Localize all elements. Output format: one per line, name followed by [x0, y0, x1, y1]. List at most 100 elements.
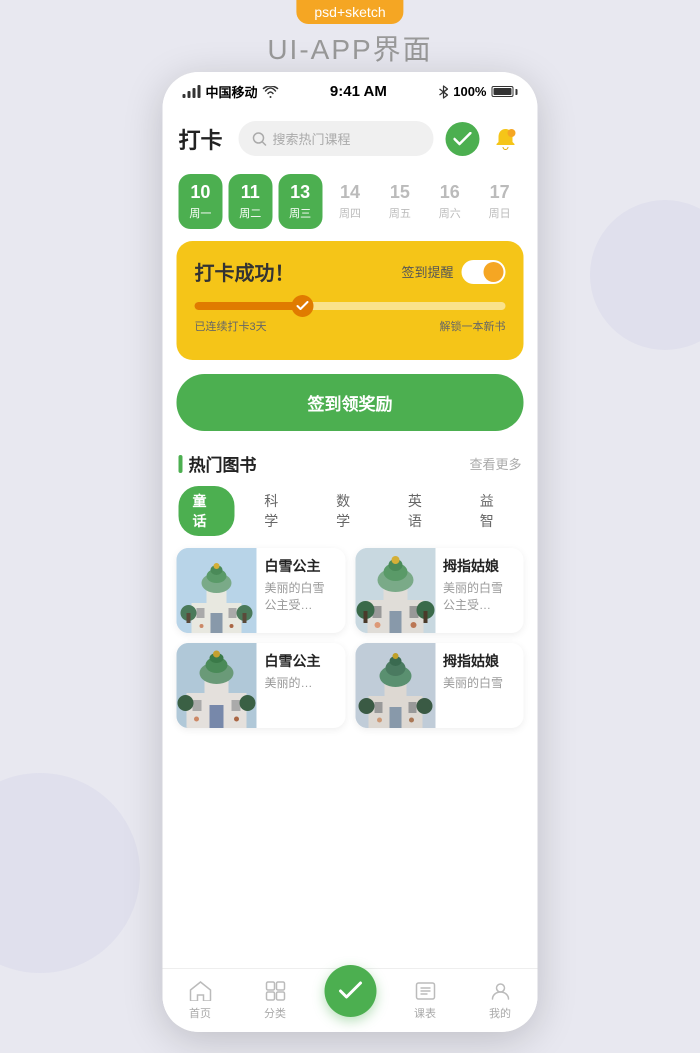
signal-icon [183, 85, 201, 98]
status-left: 中国移动 [183, 82, 279, 101]
day-num-1: 11 [232, 182, 268, 203]
wifi-icon [263, 86, 279, 98]
book-info-3: 拇指姑娘 美丽的白雪 [443, 643, 524, 700]
page-title: UI-APP界面 [0, 28, 700, 68]
section-title-text: 热门图书 [189, 451, 257, 476]
checkin-card: 打卡成功！ 签到提醒 [177, 241, 524, 360]
bluetooth-icon [438, 85, 448, 99]
reminder-label: 签到提醒 [401, 262, 453, 281]
day-label-5: 周六 [432, 205, 468, 221]
user-icon [490, 981, 510, 1001]
book-grid: 白雪公主 美丽的白雪公主受… [163, 548, 538, 728]
day-label-2: 周三 [282, 205, 318, 221]
progress-track [195, 302, 506, 310]
calendar-day-3[interactable]: 14 周四 [328, 174, 372, 229]
nav-profile[interactable]: 我的 [463, 981, 538, 1021]
calendar-day-0[interactable]: 10 周一 [179, 174, 223, 229]
calendar-day-1[interactable]: 11 周二 [228, 174, 272, 229]
day-num-0: 10 [183, 182, 219, 203]
day-num-5: 16 [432, 182, 468, 203]
category-tab-2[interactable]: 数学 [322, 486, 378, 536]
grid-icon [265, 981, 285, 1001]
book-thumb-1 [355, 548, 435, 633]
day-label-1: 周二 [232, 205, 268, 221]
nav-profile-label: 我的 [489, 1005, 511, 1021]
day-num-6: 17 [482, 182, 518, 203]
nav-icons [446, 122, 522, 156]
book-desc-3: 美丽的白雪 [443, 675, 518, 692]
nav-home-label: 首页 [189, 1005, 211, 1021]
book-thumb-0 [177, 548, 257, 633]
search-bar[interactable]: 搜索热门课程 [239, 121, 434, 156]
day-label-3: 周四 [332, 205, 368, 221]
day-num-2: 13 [282, 182, 318, 203]
nav-title: 打卡 [179, 123, 223, 155]
progress-left-label: 已连续打卡3天 [195, 318, 267, 334]
book-title-0: 白雪公主 [265, 556, 340, 576]
book-info-0: 白雪公主 美丽的白雪公主受… [265, 548, 346, 622]
calendar-day-2[interactable]: 13 周三 [278, 174, 322, 229]
notification-button[interactable] [490, 123, 522, 155]
progress-fill [195, 302, 304, 310]
day-num-3: 14 [332, 182, 368, 203]
phone-frame: 中国移动 9:41 AM 100% [163, 72, 538, 1032]
book-item-0[interactable]: 白雪公主 美丽的白雪公主受… [177, 548, 346, 633]
check-button[interactable] [446, 122, 480, 156]
section-header: 热门图书 查看更多 [163, 447, 538, 486]
app-content: 打卡 搜索热门课程 [163, 107, 538, 1023]
bottom-nav: 首页 分类 [163, 968, 538, 1023]
top-nav: 打卡 搜索热门课程 [163, 107, 538, 166]
calendar-day-4[interactable]: 15 周五 [378, 174, 422, 229]
home-icon [189, 981, 211, 1001]
calendar-day-5[interactable]: 16 周六 [428, 174, 472, 229]
checkmark-icon [338, 981, 362, 1001]
status-bar: 中国移动 9:41 AM 100% [163, 72, 538, 107]
book-item-1[interactable]: 拇指姑娘 美丽的白雪公主受… [355, 548, 524, 633]
checkin-top: 打卡成功！ 签到提醒 [195, 257, 506, 286]
book-desc-2: 美丽的… [265, 675, 340, 692]
book-info-1: 拇指姑娘 美丽的白雪公主受… [443, 548, 524, 622]
book-thumb-3 [355, 643, 435, 728]
nav-category-label: 分类 [264, 1005, 286, 1021]
day-label-6: 周日 [482, 205, 518, 221]
status-time: 9:41 AM [330, 83, 387, 100]
progress-thumb [291, 295, 313, 317]
battery-icon [491, 86, 517, 97]
reminder-toggle[interactable] [462, 260, 506, 284]
progress-container: 已连续打卡3天 解锁一本新书 [195, 302, 506, 334]
category-tab-1[interactable]: 科学 [250, 486, 306, 536]
category-tab-0[interactable]: 童话 [179, 486, 235, 536]
book-item-3[interactable]: 拇指姑娘 美丽的白雪 [355, 643, 524, 728]
nav-checkin-button[interactable] [324, 965, 376, 1017]
format-badge: psd+sketch [296, 0, 403, 24]
section-accent [179, 455, 183, 473]
book-title-3: 拇指姑娘 [443, 651, 518, 671]
category-tab-4[interactable]: 益智 [466, 486, 522, 536]
calendar-strip: 10 周一 11 周二 13 周三 14 周四 15 周五 16 周六 [163, 166, 538, 241]
see-more-link[interactable]: 查看更多 [469, 454, 521, 473]
search-placeholder: 搜索热门课程 [273, 129, 351, 148]
nav-home[interactable]: 首页 [163, 981, 238, 1021]
day-label-0: 周一 [183, 205, 219, 221]
book-title-1: 拇指姑娘 [443, 556, 518, 576]
calendar-day-6[interactable]: 17 周日 [478, 174, 522, 229]
book-desc-1: 美丽的白雪公主受… [443, 580, 518, 614]
category-tabs: 童话 科学 数学 英语 益智 [163, 486, 538, 548]
signin-button[interactable]: 签到领奖励 [177, 374, 524, 431]
status-right: 100% [438, 84, 517, 99]
progress-right-label: 解锁一本新书 [440, 318, 506, 334]
section-title: 热门图书 [179, 451, 257, 476]
book-info-2: 白雪公主 美丽的… [265, 643, 346, 700]
category-tab-3[interactable]: 英语 [394, 486, 450, 536]
nav-schedule[interactable]: 课表 [388, 981, 463, 1021]
battery-percent: 100% [453, 84, 486, 99]
carrier-label: 中国移动 [206, 82, 258, 101]
search-icon [253, 132, 267, 146]
nav-checkin[interactable] [313, 985, 388, 1017]
nav-category[interactable]: 分类 [238, 981, 313, 1021]
book-item-2[interactable]: 白雪公主 美丽的… [177, 643, 346, 728]
toggle-knob [484, 262, 504, 282]
list-icon [415, 981, 435, 1001]
nav-schedule-label: 课表 [414, 1005, 436, 1021]
book-title-2: 白雪公主 [265, 651, 340, 671]
